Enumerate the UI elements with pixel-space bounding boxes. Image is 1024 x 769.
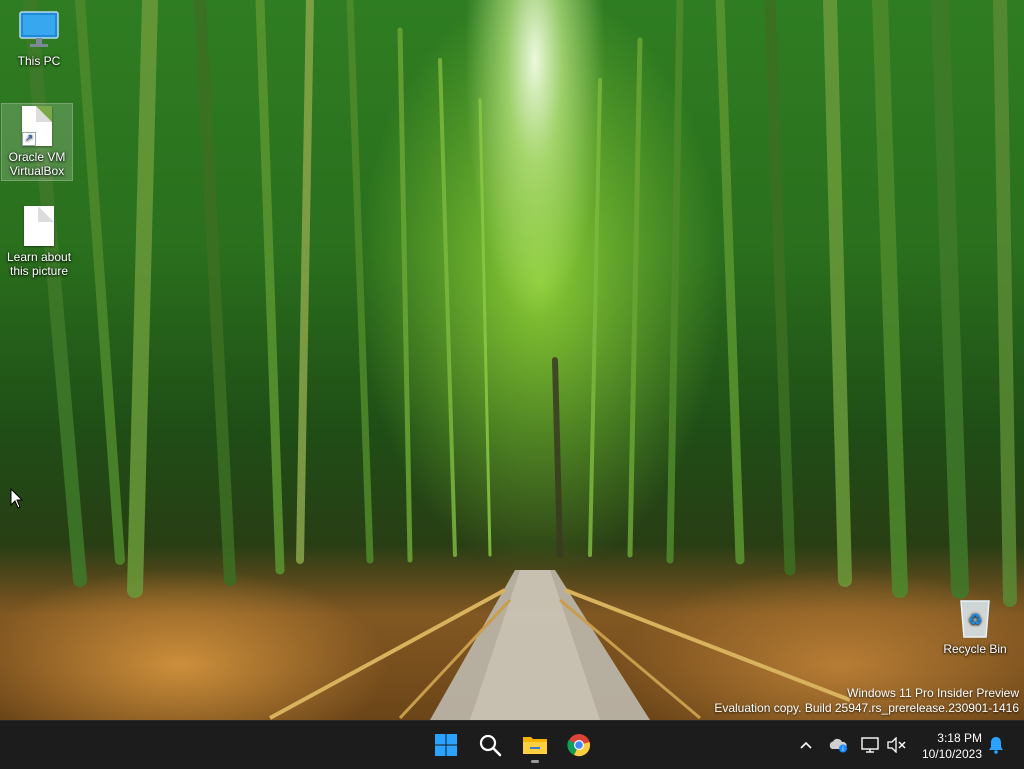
- file-explorer-icon: [523, 737, 547, 754]
- system-clock[interactable]: 3:18 PM 10/10/2023: [910, 730, 982, 762]
- running-indicator: [531, 760, 539, 763]
- clock-date: 10/10/2023: [921, 747, 982, 761]
- search-icon: [479, 734, 502, 757]
- chrome-icon: [567, 734, 590, 757]
- windows-start-icon: [435, 734, 457, 756]
- document-icon: ↗: [15, 104, 59, 148]
- chevron-up-icon[interactable]: [794, 733, 818, 757]
- document-icon: [17, 204, 61, 248]
- mouse-pointer-icon: [10, 488, 24, 509]
- onedrive-icon[interactable]: i: [826, 733, 850, 757]
- desktop-icon-this-pc[interactable]: This PC: [4, 8, 74, 68]
- volume-muted-icon[interactable]: [884, 733, 908, 757]
- file-explorer-button[interactable]: [515, 725, 555, 765]
- desktop[interactable]: This PC ↗ Oracle VM VirtualBox Learn abo…: [0, 0, 1024, 720]
- desktop-icon-oracle-vm-virtualbox[interactable]: ↗ Oracle VM VirtualBox: [1, 103, 73, 181]
- desktop-icon-label: Recycle Bin: [943, 642, 1007, 656]
- taskbar: i 3:18 PM 10/10/2023: [0, 720, 1024, 769]
- wallpaper-bamboo: [23, 0, 1017, 607]
- desktop-icon-label: Oracle VM VirtualBox: [8, 150, 66, 178]
- svg-text:♻: ♻: [968, 610, 982, 629]
- network-icon[interactable]: [858, 733, 882, 757]
- start-button[interactable]: [426, 725, 466, 765]
- desktop-icon-recycle-bin[interactable]: ♻ Recycle Bin: [940, 596, 1010, 656]
- recycle-bin-icon: ♻: [953, 596, 997, 640]
- notification-bell-icon[interactable]: [984, 733, 1008, 757]
- monitor-icon: [17, 8, 61, 52]
- desktop-icon-label: This PC: [17, 54, 61, 68]
- evaluation-watermark: Windows 11 Pro Insider Preview Evaluatio…: [714, 686, 1019, 716]
- shortcut-arrow-icon: ↗: [22, 132, 36, 146]
- desktop-icon-label: Learn about this picture: [6, 250, 72, 278]
- search-button[interactable]: [470, 725, 510, 765]
- chrome-button[interactable]: [559, 725, 599, 765]
- watermark-line-1: Windows 11 Pro Insider Preview: [847, 686, 1019, 700]
- desktop-icon-learn-about-this-picture[interactable]: Learn about this picture: [4, 204, 74, 278]
- clock-time: 3:18 PM: [937, 731, 982, 745]
- watermark-line-2: Evaluation copy. Build 25947.rs_prerelea…: [714, 701, 1019, 715]
